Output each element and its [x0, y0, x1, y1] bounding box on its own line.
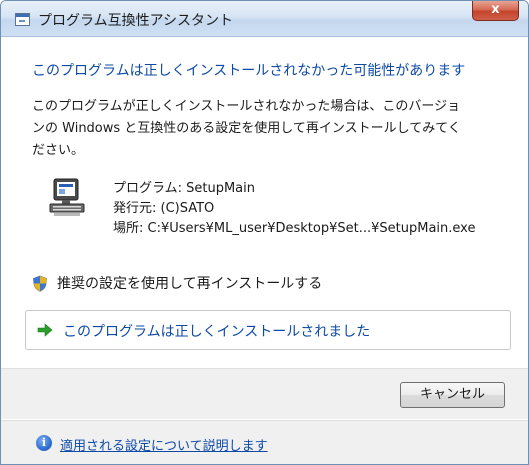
dialog-headline: このプログラムは正しくインストールされなかった可能性があります: [32, 63, 466, 79]
cancel-button[interactable]: キャンセル: [400, 382, 505, 408]
program-location: 場所: C:¥Users¥ML_user¥Desktop¥Set...¥Setu…: [113, 221, 476, 236]
info-icon: i: [36, 435, 52, 451]
computer-program-icon: [49, 178, 85, 216]
description-line: ださい。: [32, 143, 85, 158]
button-bar: キャンセル: [1, 368, 528, 419]
shield-icon: [33, 275, 47, 292]
dialog-description: このプログラムが正しくインストールされなかった場合は、このバージョ ンの Win…: [32, 96, 502, 162]
program-info: プログラム: SetupMain 発行元: (C)SATO 場所: C:¥Use…: [113, 179, 475, 239]
green-arrow-icon: [37, 323, 53, 337]
close-button[interactable]: x: [472, 1, 519, 21]
program-name: プログラム: SetupMain: [113, 181, 255, 196]
description-line: ンの Windows と互換性のある設定を使用して再インストールしてみてく: [32, 121, 461, 136]
installed-option-label: このプログラムは正しくインストールされました: [63, 324, 371, 340]
settings-explanation-link[interactable]: 適用される設定について説明します: [60, 435, 268, 454]
description-line: このプログラムが正しくインストールされなかった場合は、このバージョ: [32, 99, 461, 114]
title-bar[interactable]: プログラム互換性アシスタント x: [1, 1, 528, 37]
program-publisher: 発行元: (C)SATO: [113, 201, 215, 216]
window-title: プログラム互換性アシスタント: [38, 13, 234, 29]
window-app-icon: [15, 13, 30, 26]
dialog-window: プログラム互換性アシスタント x このプログラムは正しくインストールされなかった…: [0, 0, 529, 465]
installed-correctly-option[interactable]: このプログラムは正しくインストールされました: [25, 310, 511, 350]
reinstall-option-label: 推奨の設定を使用して再インストールする: [57, 276, 323, 292]
dialog-content: このプログラムは正しくインストールされなかった可能性があります このプログラムが…: [1, 38, 528, 464]
dialog-footer: i 適用される設定について説明します: [1, 420, 528, 464]
